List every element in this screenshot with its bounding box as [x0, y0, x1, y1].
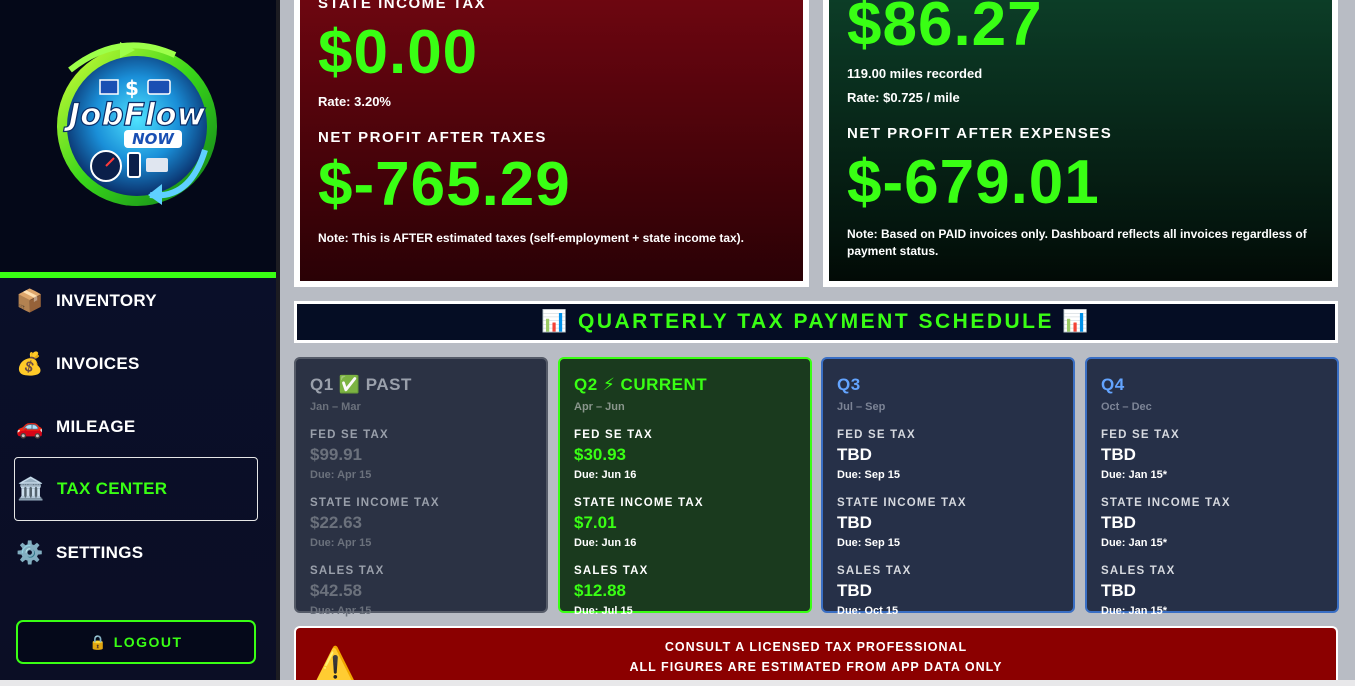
quarter-title: Q4 — [1101, 375, 1125, 394]
state-income-tax-label: STATE INCOME TAX — [837, 497, 967, 509]
sidebar-divider — [276, 0, 280, 686]
tax-note: Note: This is AFTER estimated taxes (sel… — [318, 231, 744, 245]
sidebar-item-label: TAX CENTER — [57, 479, 168, 498]
sidebar-item-mileage[interactable]: 🚗 MILEAGE — [14, 395, 258, 459]
state-income-tax-value: TBD — [1101, 513, 1136, 532]
mileage-summary-panel: $86.27 119.00 miles recorded Rate: $0.72… — [829, 0, 1332, 281]
quarter-range: Apr – Jun — [574, 401, 625, 413]
state-income-tax-label: STATE INCOME TAX — [1101, 497, 1231, 509]
schedule-title: 📊 QUARTERLY TAX PAYMENT SCHEDULE 📊 — [297, 304, 1335, 340]
sales-tax-due: Due: Apr 15 — [310, 605, 372, 617]
state-income-tax-due: Due: Apr 15 — [310, 537, 372, 549]
sales-tax-due: Due: Oct 15 — [837, 605, 899, 617]
quarter-card-q2: Q2 ⚡ CURRENT Apr – Jun FED SE TAX $30.93… — [558, 357, 812, 617]
state-income-tax-value: $7.01 — [574, 513, 617, 532]
sidebar-item-invoices[interactable]: 💰 INVOICES — [14, 332, 258, 396]
sidebar-item-settings[interactable]: ⚙️ SETTINGS — [14, 521, 258, 585]
fed-se-tax-value: $30.93 — [574, 445, 626, 464]
quarter-card-q3: Q3 Jul – Sep FED SE TAX TBD Due: Sep 15 … — [821, 357, 1075, 617]
fed-se-tax-value: TBD — [1101, 445, 1136, 464]
bank-building-icon: 🏛️ — [17, 476, 45, 501]
sidebar-item-label: INVENTORY — [56, 291, 157, 310]
tax-summary-card: STATE INCOME TAX $0.00 Rate: 3.20% NET P… — [294, 0, 809, 287]
state-income-tax-due: Due: Jan 15* — [1101, 537, 1168, 549]
disclaimer-line-2: ALL FIGURES ARE ESTIMATED FROM APP DATA … — [629, 660, 1003, 674]
state-income-tax-label: STATE INCOME TAX — [574, 497, 704, 509]
miles-recorded: 119.00 miles recorded — [847, 66, 983, 81]
net-profit-after-expenses-label: NET PROFIT AFTER EXPENSES — [847, 125, 1113, 142]
mileage-rate: Rate: $0.725 / mile — [847, 90, 960, 105]
quarter-range: Jul – Sep — [837, 401, 886, 413]
schedule-header: 📊 QUARTERLY TAX PAYMENT SCHEDULE 📊 — [294, 301, 1338, 343]
mileage-summary-card: $86.27 119.00 miles recorded Rate: $0.72… — [823, 0, 1338, 287]
svg-text:NOW: NOW — [132, 130, 175, 148]
svg-text:JobFlow: JobFlow — [63, 97, 206, 133]
state-income-tax-due: Due: Jun 16 — [574, 537, 637, 549]
net-profit-after-taxes-label: NET PROFIT AFTER TAXES — [318, 129, 547, 146]
net-profit-after-taxes-value: $-765.29 — [318, 150, 571, 219]
bottom-edge — [0, 680, 1355, 686]
state-income-tax-label: STATE INCOME TAX — [318, 0, 487, 12]
quarter-range: Oct – Dec — [1101, 401, 1152, 413]
fed-se-tax-label: FED SE TAX — [574, 429, 653, 441]
sales-tax-due: Due: Jul 15 — [574, 605, 633, 617]
quarter-card-q4: Q4 Oct – Dec FED SE TAX TBD Due: Jan 15*… — [1085, 357, 1339, 617]
fed-se-tax-due: Due: Apr 15 — [310, 469, 372, 481]
fed-se-tax-label: FED SE TAX — [837, 429, 916, 441]
sales-tax-label: SALES TAX — [574, 565, 649, 577]
sales-tax-label: SALES TAX — [837, 565, 912, 577]
disclaimer-line-1: CONSULT A LICENSED TAX PROFESSIONAL — [664, 640, 968, 654]
sales-tax-value: TBD — [1101, 581, 1136, 600]
car-icon: 🚗 — [16, 414, 44, 439]
app-logo[interactable]: $ JobFlow NOW — [0, 0, 276, 272]
package-icon: 📦 — [16, 288, 44, 313]
sidebar-item-label: MILEAGE — [56, 417, 136, 436]
money-bag-icon: 💰 — [16, 351, 44, 376]
tax-summary-panel: STATE INCOME TAX $0.00 Rate: 3.20% NET P… — [300, 0, 803, 281]
quarter-title: Q3 — [837, 375, 861, 394]
sidebar-item-tax-center[interactable]: 🏛️ TAX CENTER — [14, 457, 258, 521]
fed-se-tax-due: Due: Jun 16 — [574, 469, 637, 481]
sidebar-item-label: INVOICES — [56, 354, 140, 373]
sidebar: $ JobFlow NOW 📦 INVENTORY 💰 INVOICES 🚗 M… — [0, 0, 276, 686]
state-income-tax-value: TBD — [837, 513, 872, 532]
net-profit-after-expenses-value: $-679.01 — [847, 148, 1100, 217]
fed-se-tax-value: $99.91 — [310, 445, 362, 464]
sidebar-item-inventory[interactable]: 📦 INVENTORY — [14, 269, 258, 333]
sales-tax-due: Due: Jan 15* — [1101, 605, 1168, 617]
quarter-range: Jan – Mar — [310, 401, 361, 413]
sales-tax-label: SALES TAX — [310, 565, 385, 577]
fed-se-tax-label: FED SE TAX — [1101, 429, 1180, 441]
sales-tax-value: TBD — [837, 581, 872, 600]
quarter-title: Q2 ⚡ CURRENT — [574, 375, 708, 394]
state-tax-rate: Rate: 3.20% — [318, 94, 391, 109]
fed-se-tax-value: TBD — [837, 445, 872, 464]
state-income-tax-due: Due: Sep 15 — [837, 537, 900, 549]
mileage-deduction-value: $86.27 — [847, 0, 1043, 59]
fed-se-tax-due: Due: Jan 15* — [1101, 469, 1168, 481]
sales-tax-value: $12.88 — [574, 581, 626, 600]
fed-se-tax-due: Due: Sep 15 — [837, 469, 900, 481]
sales-tax-value: $42.58 — [310, 581, 362, 600]
disclaimer-banner: ⚠️ CONSULT A LICENSED TAX PROFESSIONAL A… — [294, 626, 1338, 686]
sidebar-item-label: SETTINGS — [56, 543, 144, 562]
quarter-title: Q1 ✅ PAST — [310, 375, 412, 394]
sales-tax-label: SALES TAX — [1101, 565, 1176, 577]
quarter-card-q1: Q1 ✅ PAST Jan – Mar FED SE TAX $99.91 Du… — [294, 357, 548, 617]
expenses-note: Note: Based on PAID invoices only. Dashb… — [847, 227, 1307, 258]
fed-se-tax-label: FED SE TAX — [310, 429, 389, 441]
state-income-tax-label: STATE INCOME TAX — [310, 497, 440, 509]
gear-icon: ⚙️ — [16, 540, 44, 565]
state-income-tax-value: $0.00 — [318, 18, 479, 87]
state-income-tax-value: $22.63 — [310, 513, 362, 532]
logo-area: $ JobFlow NOW — [0, 0, 276, 272]
logout-button[interactable]: 🔒 LOGOUT — [16, 620, 256, 664]
